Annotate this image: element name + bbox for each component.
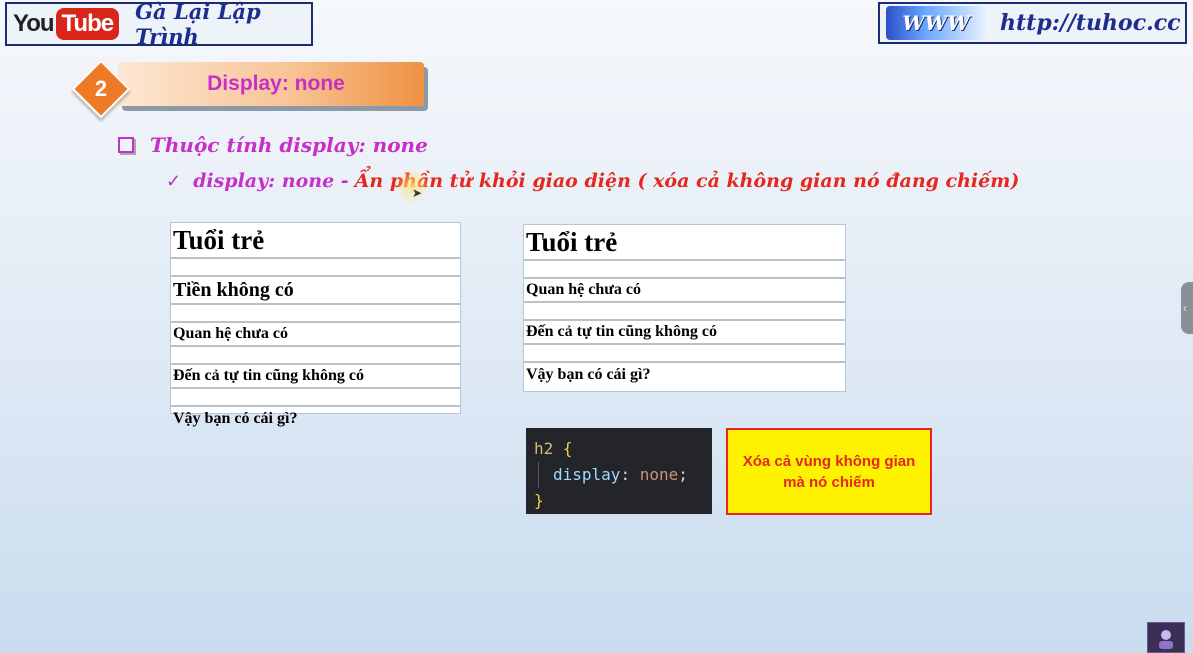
table-row-blank xyxy=(171,347,460,365)
code-selector: h2 xyxy=(534,439,554,458)
table-row-blank xyxy=(524,303,845,321)
avatar-icon xyxy=(1159,629,1173,649)
table-row-blank xyxy=(171,389,460,407)
checkmark-icon: ✓ xyxy=(166,170,182,191)
note-line-2: mà nó chiếm xyxy=(783,473,875,491)
table-row: Quan hệ chưa có xyxy=(524,279,845,303)
table-row: Đến cả tự tin cũng không có xyxy=(524,321,845,345)
table-row: Tiền không có xyxy=(171,277,460,305)
note-box: Xóa cả vùng không gian mà nó chiếm xyxy=(726,428,932,515)
note-line-1: Xóa cả vùng không gian xyxy=(742,452,916,470)
table-row: Vậy bạn có cái gì? xyxy=(173,410,298,427)
table-row-blank xyxy=(171,259,460,277)
channel-avatar[interactable] xyxy=(1147,622,1185,653)
section-number-badge: 2 xyxy=(71,59,131,119)
table-row-blank xyxy=(524,261,845,279)
table-row: Quan hệ chưa có xyxy=(171,323,460,347)
table-row: Đến cả tự tin cũng không có xyxy=(171,365,460,389)
code-open-brace: { xyxy=(562,439,573,458)
table-row-blank xyxy=(171,305,460,323)
table-row: Vậy bạn có cái gì? xyxy=(526,366,651,383)
bullet-description-code: display: none - xyxy=(193,170,349,192)
code-colon: : xyxy=(620,465,631,484)
table-row: Tuổi trẻ xyxy=(524,225,845,261)
square-bullet-icon xyxy=(118,137,134,153)
code-semicolon: ; xyxy=(678,465,688,484)
bullet-description-text: Ẩn phần tử khỏi giao diện ( xóa cả không… xyxy=(354,170,1020,192)
bullet-description: ✓ display: none - Ẩn phần tử khỏi giao d… xyxy=(166,170,1019,192)
section-header: Display: none xyxy=(118,62,424,106)
channel-name: Gà Lại Lập Trình xyxy=(135,0,261,49)
mouse-cursor-icon: ➤ xyxy=(412,186,423,200)
demo-before-table: Tuổi trẻ Tiền không có Quan hệ chưa có Đến … xyxy=(170,222,461,427)
side-panel-handle[interactable]: ‹ xyxy=(1181,282,1193,334)
website-url[interactable]: http://tuhoc.cc xyxy=(1000,10,1181,36)
code-value: none xyxy=(639,465,679,484)
code-close-brace: } xyxy=(534,491,544,510)
website-banner: WWW http://tuhoc.cc xyxy=(878,2,1187,44)
css-code-block: h2 { display: none; } xyxy=(526,428,712,514)
table-row-blank xyxy=(524,345,845,363)
section-title: Display: none xyxy=(207,72,345,95)
youtube-logo[interactable]: You Tube xyxy=(13,8,120,40)
www-logo-text: WWW xyxy=(902,11,970,35)
section-number: 2 xyxy=(94,76,108,101)
www-globe-icon: WWW xyxy=(886,6,986,40)
bullet-property: Thuộc tính display: none xyxy=(118,133,428,157)
youtube-logo-tube: Tube xyxy=(55,8,120,40)
bullet-property-text: Thuộc tính display: none xyxy=(150,133,428,157)
demo-after-table: Tuổi trẻ Quan hệ chưa có Đến cả tự tin cũn… xyxy=(523,224,846,392)
channel-banner: You Tube Gà Lại Lập Trình xyxy=(5,0,313,49)
youtube-logo-you: You xyxy=(13,10,55,37)
table-row: Tuổi trẻ xyxy=(171,223,460,259)
code-property: display xyxy=(553,465,621,484)
chevron-left-icon: ‹ xyxy=(1183,301,1187,315)
